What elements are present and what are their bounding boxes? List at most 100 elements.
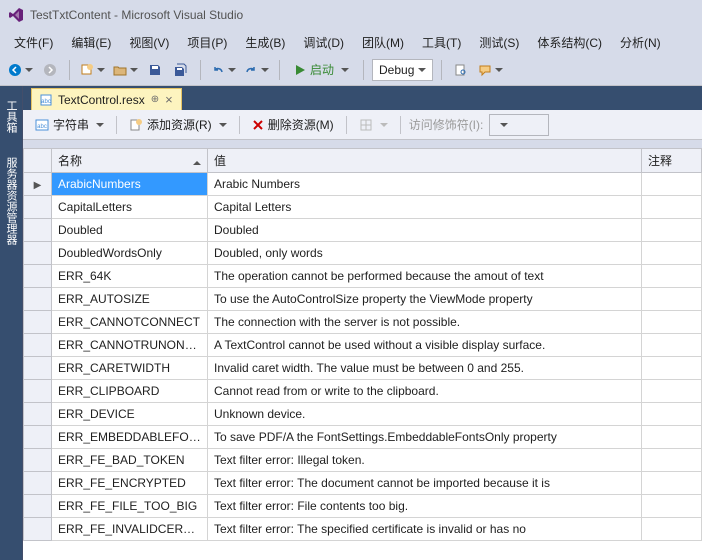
undo-button[interactable]: [209, 59, 238, 81]
table-row[interactable]: ERR_CANNOTCONNECTThe connection with the…: [24, 311, 702, 334]
menu-view[interactable]: 视图(V): [121, 32, 177, 53]
cell-name[interactable]: ERR_AUTOSIZE: [52, 288, 208, 311]
row-header[interactable]: [24, 426, 52, 449]
pin-icon[interactable]: ⊕: [151, 94, 159, 105]
menu-test[interactable]: 测试(S): [471, 32, 527, 53]
cell-name[interactable]: ArabicNumbers: [52, 173, 208, 196]
cell-value[interactable]: Text filter error: The document cannot b…: [208, 472, 642, 495]
col-value[interactable]: 值: [208, 149, 642, 173]
cell-name[interactable]: ERR_CANNOTRUNONSER: [52, 334, 208, 357]
cell-name[interactable]: ERR_FE_INVALIDCERTIFICA: [52, 518, 208, 541]
cell-name[interactable]: ERR_EMBEDDABLEFONTS: [52, 426, 208, 449]
add-resource-button[interactable]: 添加资源(R): [125, 114, 231, 135]
cell-name[interactable]: ERR_CANNOTCONNECT: [52, 311, 208, 334]
save-all-button[interactable]: [170, 59, 192, 81]
cell-comment[interactable]: [642, 265, 702, 288]
table-row[interactable]: ERR_DEVICEUnknown device.: [24, 403, 702, 426]
strings-view-button[interactable]: abc 字符串: [31, 114, 108, 135]
menu-file[interactable]: 文件(F): [6, 32, 61, 53]
new-project-button[interactable]: [78, 59, 107, 81]
table-row[interactable]: ERR_FE_ENCRYPTEDText filter error: The d…: [24, 472, 702, 495]
row-header[interactable]: ▶: [24, 173, 52, 196]
col-name[interactable]: 名称: [52, 149, 208, 173]
row-header-corner[interactable]: [24, 149, 52, 173]
remove-resource-button[interactable]: 删除资源(M): [248, 114, 338, 135]
col-comment[interactable]: 注释: [642, 149, 702, 173]
cell-name[interactable]: ERR_DEVICE: [52, 403, 208, 426]
cell-comment[interactable]: [642, 472, 702, 495]
cell-name[interactable]: DoubledWordsOnly: [52, 242, 208, 265]
table-row[interactable]: ERR_64KThe operation cannot be performed…: [24, 265, 702, 288]
nav-back-button[interactable]: [6, 59, 35, 81]
table-row[interactable]: ERR_CARETWIDTHInvalid caret width. The v…: [24, 357, 702, 380]
row-header[interactable]: [24, 403, 52, 426]
cell-value[interactable]: To save PDF/A the FontSettings.Embeddabl…: [208, 426, 642, 449]
row-header[interactable]: [24, 288, 52, 311]
cell-value[interactable]: Doubled, only words: [208, 242, 642, 265]
comment-button[interactable]: [476, 59, 505, 81]
config-combo[interactable]: Debug: [372, 59, 433, 81]
toolbox-tab[interactable]: 工具箱: [1, 94, 21, 139]
table-row[interactable]: CapitalLettersCapital Letters: [24, 196, 702, 219]
cell-value[interactable]: Text filter error: The specified certifi…: [208, 518, 642, 541]
cell-value[interactable]: To use the AutoControlSize property the …: [208, 288, 642, 311]
row-header[interactable]: [24, 357, 52, 380]
cell-name[interactable]: ERR_CARETWIDTH: [52, 357, 208, 380]
cell-comment[interactable]: [642, 495, 702, 518]
cell-comment[interactable]: [642, 334, 702, 357]
cell-name[interactable]: CapitalLetters: [52, 196, 208, 219]
server-explorer-tab[interactable]: 服务器资源管理器: [1, 151, 21, 251]
table-row[interactable]: ERR_FE_FILE_TOO_BIGText filter error: Fi…: [24, 495, 702, 518]
menu-build[interactable]: 生成(B): [237, 32, 293, 53]
cell-name[interactable]: ERR_CLIPBOARD: [52, 380, 208, 403]
cell-comment[interactable]: [642, 357, 702, 380]
cell-comment[interactable]: [642, 219, 702, 242]
row-header[interactable]: [24, 495, 52, 518]
cell-comment[interactable]: [642, 518, 702, 541]
row-header[interactable]: [24, 449, 52, 472]
access-modifier-combo[interactable]: [489, 114, 549, 136]
row-header[interactable]: [24, 334, 52, 357]
table-row[interactable]: DoubledWordsOnlyDoubled, only words: [24, 242, 702, 265]
cell-value[interactable]: Cannot read from or write to the clipboa…: [208, 380, 642, 403]
cell-comment[interactable]: [642, 311, 702, 334]
menu-tools[interactable]: 工具(T): [414, 32, 469, 53]
menu-arch[interactable]: 体系结构(C): [529, 32, 610, 53]
open-file-button[interactable]: [111, 59, 140, 81]
resource-grid[interactable]: 名称 值 注释 ▶ArabicNumbersArabic NumbersCapi…: [23, 148, 702, 560]
cell-value[interactable]: Text filter error: Illegal token.: [208, 449, 642, 472]
row-header[interactable]: [24, 311, 52, 334]
table-row[interactable]: ERR_CANNOTRUNONSERA TextControl cannot b…: [24, 334, 702, 357]
menu-team[interactable]: 团队(M): [354, 32, 412, 53]
row-header[interactable]: [24, 242, 52, 265]
cell-name[interactable]: ERR_64K: [52, 265, 208, 288]
cell-value[interactable]: Arabic Numbers: [208, 173, 642, 196]
cell-value[interactable]: Text filter error: File contents too big…: [208, 495, 642, 518]
row-header[interactable]: [24, 265, 52, 288]
cell-value[interactable]: A TextControl cannot be used without a v…: [208, 334, 642, 357]
cell-value[interactable]: Unknown device.: [208, 403, 642, 426]
menu-analyze[interactable]: 分析(N): [612, 32, 669, 53]
cell-comment[interactable]: [642, 173, 702, 196]
table-row[interactable]: ERR_FE_INVALIDCERTIFICAText filter error…: [24, 518, 702, 541]
table-row[interactable]: ERR_CLIPBOARDCannot read from or write t…: [24, 380, 702, 403]
table-row[interactable]: ERR_AUTOSIZETo use the AutoControlSize p…: [24, 288, 702, 311]
table-row[interactable]: ▶ArabicNumbersArabic Numbers: [24, 173, 702, 196]
nav-fwd-button[interactable]: [39, 59, 61, 81]
cell-comment[interactable]: [642, 380, 702, 403]
cell-comment[interactable]: [642, 403, 702, 426]
cell-comment[interactable]: [642, 196, 702, 219]
row-header[interactable]: [24, 472, 52, 495]
cell-value[interactable]: Doubled: [208, 219, 642, 242]
table-row[interactable]: ERR_EMBEDDABLEFONTSTo save PDF/A the Fon…: [24, 426, 702, 449]
start-debug-button[interactable]: 启动: [288, 59, 355, 81]
cell-value[interactable]: The connection with the server is not po…: [208, 311, 642, 334]
menu-project[interactable]: 项目(P): [179, 32, 235, 53]
menu-edit[interactable]: 编辑(E): [63, 32, 119, 53]
doc-tab-active[interactable]: abc TextControl.resx ⊕ ×: [31, 88, 182, 110]
row-header[interactable]: [24, 380, 52, 403]
row-header[interactable]: [24, 196, 52, 219]
close-icon[interactable]: ×: [165, 92, 173, 107]
row-header[interactable]: [24, 219, 52, 242]
cell-name[interactable]: ERR_FE_FILE_TOO_BIG: [52, 495, 208, 518]
